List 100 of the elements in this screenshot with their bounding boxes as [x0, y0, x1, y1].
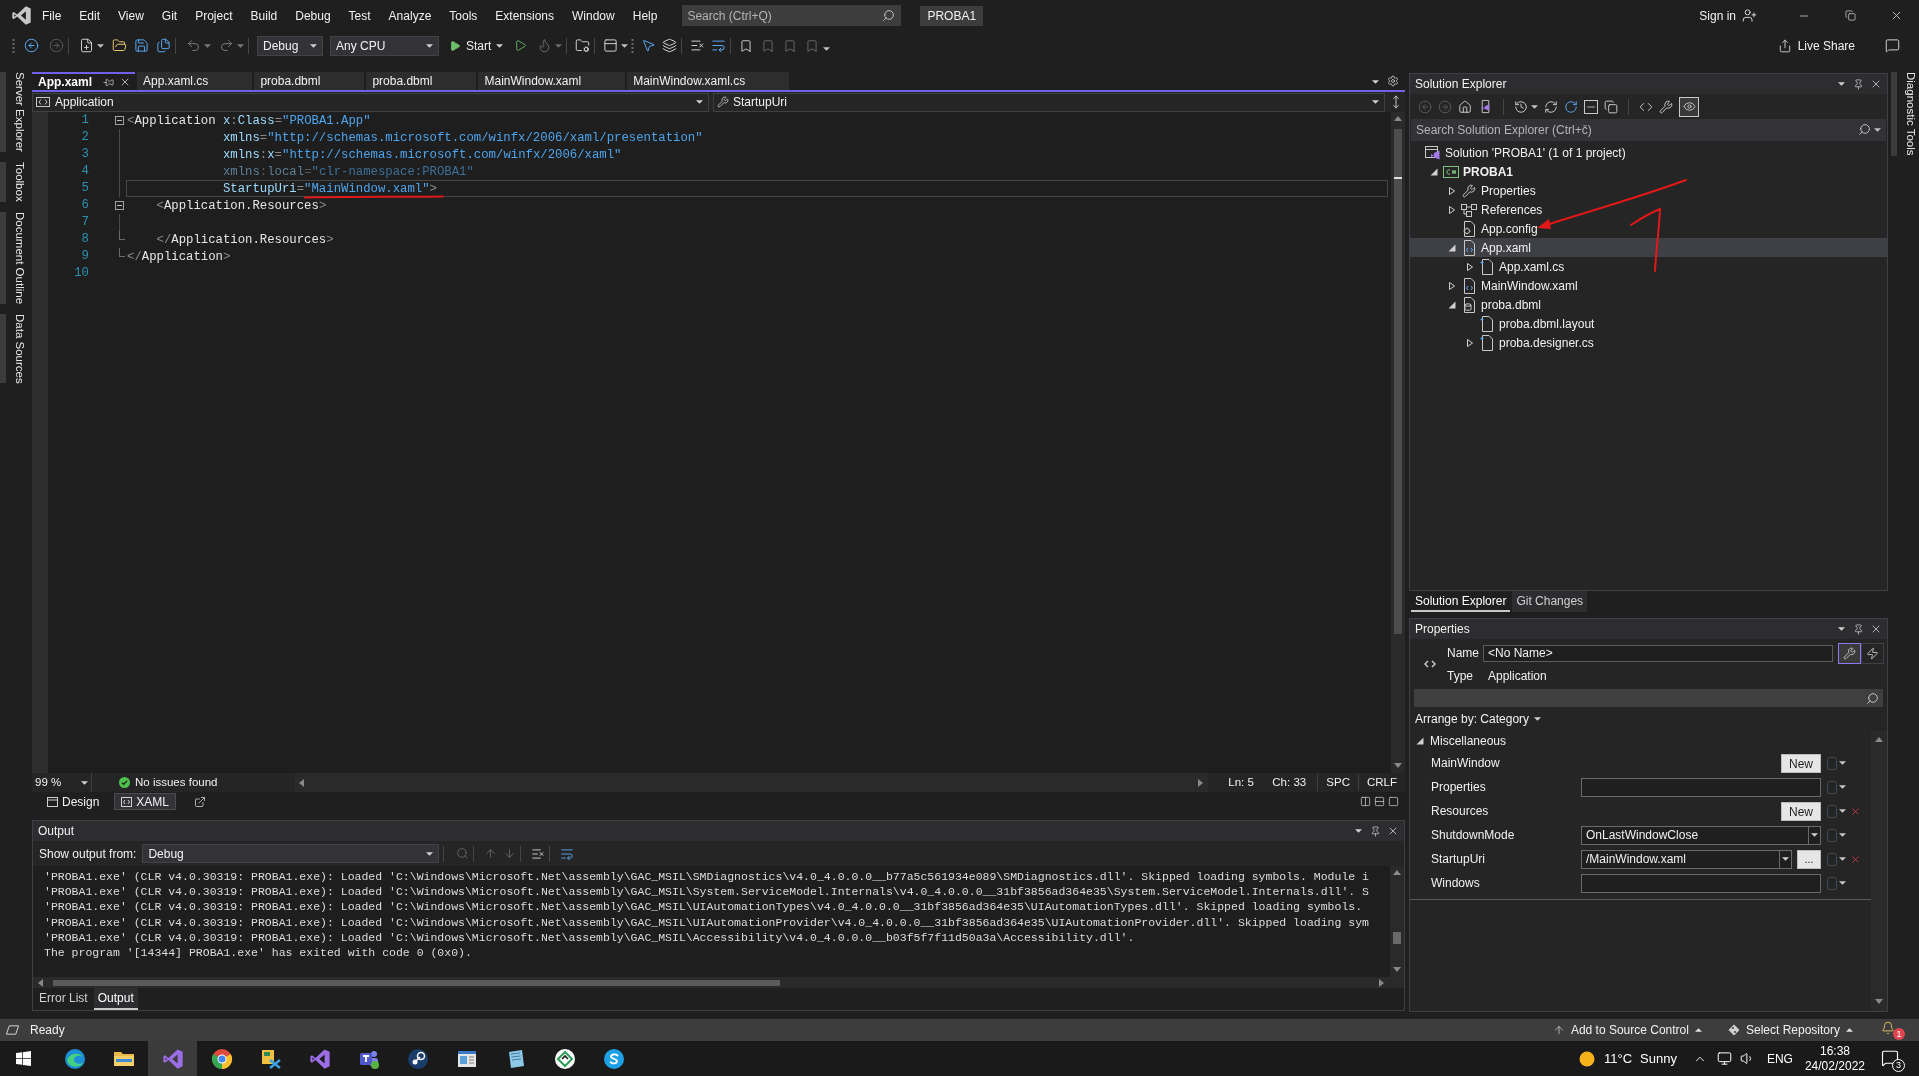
triangle-down-icon[interactable] [1416, 737, 1424, 745]
save-icon[interactable] [134, 38, 149, 53]
editor-tab[interactable]: proba.dbml [366, 72, 477, 90]
tool-window-tab[interactable]: Diagnostic Tools [1891, 72, 1919, 156]
caret-icon[interactable] [621, 43, 629, 48]
split-vertical-icon[interactable] [1360, 796, 1371, 807]
search-field[interactable]: Search (Ctrl+Q) [682, 5, 902, 26]
minus-box-icon[interactable] [1584, 99, 1598, 114]
select-repository-button[interactable]: Select Repository [1723, 1019, 1857, 1041]
triangle-down-icon[interactable] [1448, 243, 1456, 252]
undo-icon[interactable] [186, 38, 201, 53]
triangle-right-icon[interactable] [1466, 338, 1474, 347]
weather-text[interactable]: Sunny [1640, 1048, 1677, 1069]
view-toggle[interactable] [1838, 642, 1861, 664]
dropdown-arrow-icon[interactable] [1839, 833, 1846, 837]
layers-icon[interactable] [662, 38, 678, 53]
menu-item[interactable]: File [33, 0, 71, 31]
member-dropdown[interactable]: StartupUri [713, 92, 1385, 112]
tree-item[interactable]: proba.designer.cs [1410, 333, 1887, 352]
scroll-left-arrow-icon[interactable] [298, 778, 307, 787]
scroll-up-arrow-icon[interactable] [1394, 115, 1402, 123]
pin-icon[interactable] [103, 76, 114, 88]
scroll-right-arrow-icon[interactable] [1378, 978, 1386, 987]
collapse-icon[interactable] [114, 116, 124, 125]
caret-icon[interactable] [97, 43, 104, 48]
dropdown-arrow-icon[interactable] [1838, 627, 1845, 631]
grip-icon[interactable] [631, 37, 635, 54]
pointer-icon[interactable] [641, 38, 657, 53]
triangle-right-icon[interactable] [1448, 186, 1456, 195]
line-ending-indicator[interactable]: CRLF [1358, 773, 1405, 792]
folder-gear-icon[interactable] [575, 38, 591, 53]
close-icon[interactable] [119, 76, 131, 88]
property-marker-icon[interactable] [1827, 828, 1837, 842]
caret-icon[interactable] [823, 46, 831, 51]
search-icon[interactable] [882, 9, 896, 22]
triangle-down-icon[interactable] [1430, 167, 1438, 176]
arrow-up-icon[interactable] [484, 847, 498, 860]
speech-bubble-icon[interactable] [1881, 1048, 1899, 1067]
panel-tab[interactable]: Git Changes [1512, 591, 1588, 612]
clock-date[interactable]: 24/02/2022 [1804, 1058, 1865, 1074]
person-add-icon[interactable] [1742, 8, 1757, 23]
menu-item[interactable]: Extensions [486, 0, 564, 31]
triangle-down-icon[interactable] [1448, 300, 1456, 309]
clock-time[interactable]: 16:38 [1819, 1043, 1850, 1059]
dropdown-arrow-icon[interactable] [1839, 857, 1846, 861]
scope-dropdown[interactable]: Application [32, 92, 709, 112]
dropdown-arrow-icon[interactable] [1839, 785, 1846, 789]
bookmark-icon[interactable] [739, 38, 754, 53]
caret-icon[interactable] [237, 43, 244, 48]
menu-item[interactable]: Tools [440, 0, 487, 31]
scroll-down-arrow-icon[interactable] [1393, 966, 1401, 974]
output-source-dropdown[interactable]: Debug [142, 844, 440, 863]
dropdown-arrow-icon[interactable] [1839, 761, 1846, 765]
issues-status[interactable]: No issues found [135, 773, 218, 792]
triangle-right-icon[interactable] [1466, 262, 1474, 271]
back-icon[interactable] [24, 38, 39, 53]
start-button[interactable]: Start [446, 35, 507, 56]
speech-bubble-icon[interactable] [1885, 38, 1900, 53]
scroll-down-arrow-icon[interactable] [1394, 762, 1402, 770]
tree-item[interactable]: PROBA1 [1410, 162, 1887, 181]
tree-item[interactable]: MainWindow.xaml [1410, 276, 1887, 295]
editor-tab[interactable]: App.xaml [32, 72, 135, 90]
menu-item[interactable]: Analyze [379, 0, 441, 31]
settings-icon[interactable] [1387, 75, 1399, 87]
wrap-text-icon[interactable] [711, 38, 727, 53]
forward-icon[interactable] [49, 38, 64, 53]
wrench-icon[interactable] [1659, 99, 1673, 114]
files-icon[interactable] [156, 38, 171, 53]
menu-item[interactable]: Build [241, 0, 287, 31]
history-icon[interactable] [1514, 99, 1528, 114]
list-cross-icon[interactable] [531, 846, 546, 861]
close-icon[interactable] [1870, 78, 1882, 90]
property-value-field[interactable] [1581, 777, 1821, 797]
property-value-field[interactable] [1581, 873, 1821, 893]
view-tab[interactable]: Design [40, 793, 107, 810]
editor-tab[interactable]: MainWindow.xaml [478, 72, 626, 90]
tree-item[interactable]: App.xaml [1410, 238, 1887, 257]
name-field[interactable]: <No Name> [1483, 644, 1833, 662]
scrollbar-thumb[interactable] [1393, 932, 1401, 944]
caret-icon[interactable] [1531, 104, 1538, 109]
caret-icon[interactable] [204, 43, 211, 48]
single-pane-icon[interactable] [1388, 796, 1399, 807]
stacked-squares-icon[interactable] [1604, 99, 1618, 114]
bell-icon[interactable] [1881, 1021, 1895, 1035]
property-marker-icon[interactable] [1827, 876, 1837, 890]
collapse-icon[interactable] [114, 201, 124, 210]
menu-item[interactable]: Debug [286, 0, 340, 31]
new-file-icon[interactable] [79, 38, 94, 53]
new-button[interactable]: New [1781, 801, 1821, 821]
dropdown-arrow-icon[interactable] [1838, 82, 1845, 86]
play-outline-icon[interactable] [514, 39, 528, 52]
column-indicator[interactable]: Ch: 33 [1272, 773, 1319, 792]
category-label[interactable]: Miscellaneous [1430, 732, 1507, 750]
redo-icon[interactable] [219, 38, 234, 53]
sync-icon[interactable] [1544, 99, 1558, 114]
menu-item[interactable]: Git [152, 0, 187, 31]
word-wrap-icon[interactable] [560, 846, 575, 861]
triangle-right-icon[interactable] [1448, 205, 1456, 214]
live-share-button[interactable]: Live Share [1773, 31, 1859, 60]
temperature-text[interactable]: 11°C [1603, 1048, 1633, 1069]
